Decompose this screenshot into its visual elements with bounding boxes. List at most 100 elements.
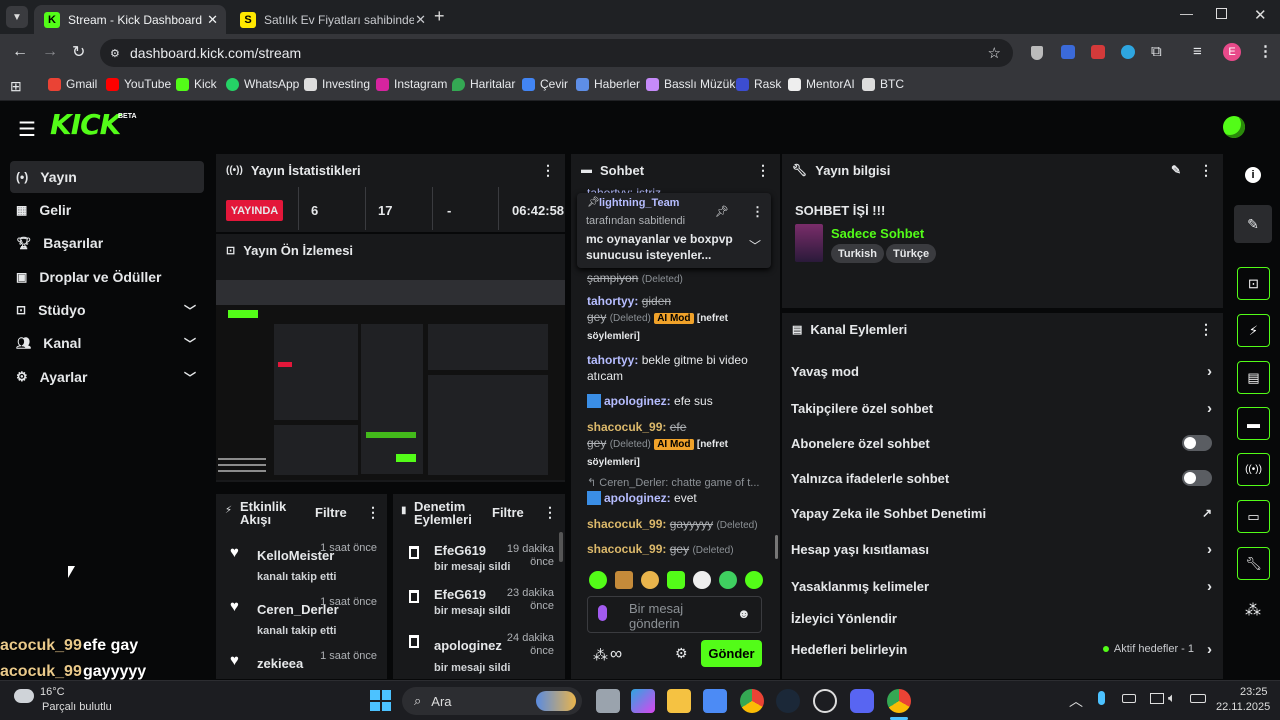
category-name[interactable]: Sadece Sohbet [831, 226, 924, 241]
reply-reference[interactable]: ↰ Ceren_Derler: chatte game of t... [587, 475, 759, 491]
media-control-icon[interactable]: ≡ [1193, 43, 1202, 60]
more-options-icon[interactable]: ⋮ [543, 504, 557, 521]
tab-list-button[interactable]: ▼ [6, 6, 28, 28]
weather-icon[interactable] [14, 689, 34, 703]
channel-action-7[interactable]: Yasaklanmış kelimeler › [791, 568, 1216, 604]
star-icon[interactable]: ☆ [988, 44, 1001, 62]
chat-username[interactable]: apologinez: [604, 491, 671, 505]
infinity-icon[interactable]: ∞ [610, 644, 622, 664]
wrench-rail-button[interactable]: 🔧︎ [1237, 547, 1270, 580]
info-icon[interactable]: i [1245, 167, 1261, 183]
window-close-button[interactable]: ✕ [1254, 6, 1267, 24]
store-icon[interactable] [703, 689, 727, 713]
sidebar-item-basarilar[interactable]: 🏆︎ Başarılar [10, 227, 204, 259]
minimize-button[interactable]: — [1180, 6, 1193, 21]
discord-icon[interactable] [850, 689, 874, 713]
kick-logo[interactable]: KICK [50, 108, 121, 141]
clock-date[interactable]: 22.11.2025 [1216, 701, 1270, 713]
channel-action-2[interactable]: Takipçilere özel sohbet › [791, 390, 1216, 426]
more-options-icon[interactable]: ⋮ [756, 162, 770, 179]
bookmark-youtube[interactable]: YouTube [106, 77, 171, 91]
chevron-down-icon[interactable]: ﹀ [184, 369, 196, 386]
chevron-right-icon[interactable]: › [1207, 541, 1212, 558]
back-icon[interactable]: ← [12, 43, 28, 61]
chat-username[interactable]: apologinez: [604, 394, 671, 408]
maximize-button[interactable] [1216, 8, 1227, 19]
broadcast-rail-button[interactable]: ((•)) [1237, 453, 1270, 486]
copilot-icon[interactable] [631, 689, 655, 713]
more-options-icon[interactable]: ⋮ [366, 504, 380, 521]
taskbar-search[interactable]: ⌕ Ara [402, 687, 582, 715]
toggle-switch[interactable] [1182, 435, 1212, 451]
stream-tag[interactable]: Turkish [831, 244, 884, 263]
start-button[interactable] [370, 690, 391, 711]
bookmark-haberler[interactable]: Haberler [576, 77, 640, 91]
moderation-rail-button[interactable]: ▤ [1237, 361, 1270, 394]
sidebar-item-droplar[interactable]: ▣ Droplar ve Ödüller [10, 261, 204, 293]
extension-video-icon[interactable] [1091, 45, 1105, 59]
more-options-icon[interactable]: ⋮ [1199, 162, 1213, 179]
sidebar-item-ayarlar[interactable]: ⚙ Ayarlar ﹀ [10, 361, 204, 393]
bookmark-rask[interactable]: Rask [736, 77, 781, 91]
tab-kick-dashboard[interactable]: K Stream - Kick Dashboard ✕ [34, 5, 226, 34]
chevron-down-icon[interactable]: ﹀ [184, 302, 196, 319]
external-link-icon[interactable]: ↗ [1202, 506, 1212, 520]
site-info-icon[interactable]: ⚙ [110, 47, 120, 60]
channel-action-1[interactable]: Yavaş mod › [791, 353, 1216, 389]
emote-icon[interactable] [589, 571, 607, 589]
bookmark-haritalar[interactable]: Haritalar [452, 77, 515, 91]
chat-username[interactable]: shacocuk_99: [587, 420, 666, 434]
chrome-profile-icon[interactable] [887, 689, 911, 713]
emote-icon[interactable] [667, 571, 685, 589]
chat-rail-button[interactable]: ▬ [1237, 407, 1270, 440]
extensions-puzzle-icon[interactable]: ⧉ [1151, 43, 1162, 60]
send-button[interactable]: Gönder [701, 640, 762, 667]
channel-action-6[interactable]: Hesap yaşı kısıtlaması › [791, 531, 1216, 567]
preview-rail-button[interactable]: ⊡ [1237, 267, 1270, 300]
moderator-name[interactable]: EfeG619 [434, 543, 486, 558]
emoji-icon[interactable]: ☻ [737, 606, 751, 621]
stream-preview-video[interactable] [216, 280, 565, 480]
forward-icon[interactable]: → [42, 43, 58, 61]
extension-shield-icon[interactable] [1031, 46, 1043, 60]
emote-icon[interactable] [615, 571, 633, 589]
battery-icon[interactable] [1190, 694, 1206, 703]
pinned-message[interactable]: 📌︎ lightning_Team tarafından sabitlendi … [577, 193, 771, 268]
steam-icon[interactable] [776, 689, 800, 713]
emote-icon[interactable] [745, 571, 763, 589]
profile-avatar[interactable]: E [1223, 43, 1241, 61]
bookmark-investing[interactable]: Investing [304, 77, 370, 91]
bookmark-instagram[interactable]: Instagram [376, 77, 447, 91]
chat-username[interactable]: shacocuk_99: [587, 542, 666, 556]
add-widget-icon[interactable]: ⁂ [1245, 600, 1261, 620]
moderator-name[interactable]: EfeG619 [434, 587, 486, 602]
more-options-icon[interactable]: ⋮ [1199, 321, 1213, 338]
channel-action-5[interactable]: Yapay Zeka ile Sohbet Denetimi ↗ [791, 495, 1216, 531]
extension-translate-icon[interactable] [1061, 45, 1075, 59]
more-options-icon[interactable]: ⋮ [541, 162, 555, 179]
file-explorer-icon[interactable] [667, 689, 691, 713]
microphone-icon[interactable] [598, 605, 607, 621]
sidebar-item-yayin[interactable]: (•) Yayın [10, 161, 204, 193]
bookmark-btc[interactable]: BTC [862, 77, 904, 91]
reload-icon[interactable]: ↻ [72, 42, 85, 62]
chevron-down-icon[interactable]: ﹀ [184, 335, 196, 352]
category-thumbnail[interactable] [795, 224, 823, 262]
chevron-right-icon[interactable]: › [1207, 400, 1212, 417]
activity-rail-button[interactable]: ⚡︎ [1237, 314, 1270, 347]
emote-icon[interactable] [719, 571, 737, 589]
bookmark-cevir[interactable]: Çevir [522, 77, 568, 91]
apps-grid-icon[interactable]: ⊞ [10, 78, 22, 95]
sidebar-item-studyo[interactable]: ⊡ Stüdyo ﹀ [10, 294, 204, 326]
channel-action-9[interactable]: Hedefleri belirleyin › Aktif hedefler - 1 [791, 631, 1216, 667]
chat-username[interactable]: shacocuk_99: [587, 517, 666, 531]
new-tab-button[interactable]: + [434, 6, 445, 27]
speedtest-icon[interactable] [813, 689, 837, 713]
channel-action-4[interactable]: Yalnızca ifadelerle sohbet [791, 460, 1216, 496]
chevron-down-icon[interactable]: ﹀ [749, 237, 761, 254]
filter-button[interactable]: Filtre [492, 505, 524, 520]
scrollbar[interactable] [559, 532, 563, 562]
filter-button[interactable]: Filtre [315, 505, 347, 520]
chevron-right-icon[interactable]: › [1207, 578, 1212, 595]
video-rail-button[interactable]: ▭ [1237, 500, 1270, 533]
